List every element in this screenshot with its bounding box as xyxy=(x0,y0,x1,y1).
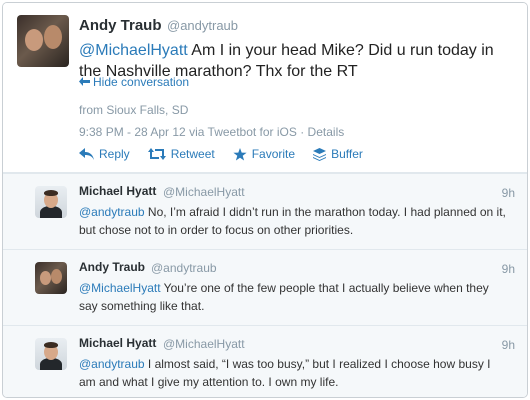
tweet-actions: Reply Retweet Favorite Buffer xyxy=(79,147,363,161)
favorite-button[interactable]: Favorite xyxy=(233,147,295,161)
avatar[interactable] xyxy=(17,15,69,67)
reply-icon xyxy=(79,148,94,160)
buffer-icon xyxy=(313,147,327,161)
author-handle[interactable]: @MichaelHyatt xyxy=(163,185,245,199)
author-handle[interactable]: @MichaelHyatt xyxy=(163,337,245,351)
reply-button[interactable]: Reply xyxy=(79,147,130,161)
author-name[interactable]: Andy Traub xyxy=(79,17,162,34)
reply-label: Reply xyxy=(99,147,130,161)
mention-link[interactable]: @andytraub xyxy=(79,357,145,371)
tweet-time[interactable]: 9h xyxy=(502,262,515,276)
favorite-label: Favorite xyxy=(251,147,296,161)
mention-link[interactable]: @andytraub xyxy=(79,205,145,219)
tweet-meta: 9:38 PM - 28 Apr 12 via Tweetbot for iOS… xyxy=(79,125,345,139)
reply-tweet[interactable]: Michael Hyatt @MichaelHyatt 9h @andytrau… xyxy=(3,325,527,397)
reply-tweet[interactable]: Andy Traub @andytraub 9h @MichaelHyatt Y… xyxy=(3,249,527,325)
author-name[interactable]: Michael Hyatt xyxy=(79,184,156,198)
tweet-time[interactable]: 9h xyxy=(502,338,515,352)
tweet-conversation: Andy Traub @andytraub @MichaelHyatt Am I… xyxy=(2,2,528,398)
retweet-icon xyxy=(147,148,166,160)
reply-tweet[interactable]: Michael Hyatt @MichaelHyatt 9h @andytrau… xyxy=(3,173,527,249)
back-arrow-icon xyxy=(79,75,90,89)
avatar[interactable] xyxy=(35,262,67,294)
author-handle[interactable]: @andytraub xyxy=(151,261,217,275)
tweet-text: @andytraub No, I’m afraid I didn’t run i… xyxy=(79,203,509,239)
mention-link[interactable]: @MichaelHyatt xyxy=(79,42,188,59)
author-name[interactable]: Michael Hyatt xyxy=(79,336,156,350)
author-name[interactable]: Andy Traub xyxy=(79,260,145,274)
star-icon xyxy=(233,147,247,161)
tweet-location: from Sioux Falls, SD xyxy=(79,103,189,117)
avatar[interactable] xyxy=(35,338,67,370)
buffer-button[interactable]: Buffer xyxy=(313,147,363,161)
main-tweet: Andy Traub @andytraub @MichaelHyatt Am I… xyxy=(3,3,527,173)
retweet-label: Retweet xyxy=(170,147,215,161)
mention-link[interactable]: @MichaelHyatt xyxy=(79,281,161,295)
retweet-button[interactable]: Retweet xyxy=(147,147,215,161)
tweet-text: @andytraub I almost said, “I was too bus… xyxy=(79,355,509,391)
author-handle[interactable]: @andytraub xyxy=(167,18,238,33)
buffer-label: Buffer xyxy=(331,147,363,161)
hide-conversation-label: Hide conversation xyxy=(93,75,190,89)
hide-conversation-link[interactable]: Hide conversation xyxy=(79,75,189,89)
avatar[interactable] xyxy=(35,186,67,218)
tweet-text: @MichaelHyatt You’re one of the few peop… xyxy=(79,279,509,315)
tweet-time[interactable]: 9h xyxy=(502,186,515,200)
